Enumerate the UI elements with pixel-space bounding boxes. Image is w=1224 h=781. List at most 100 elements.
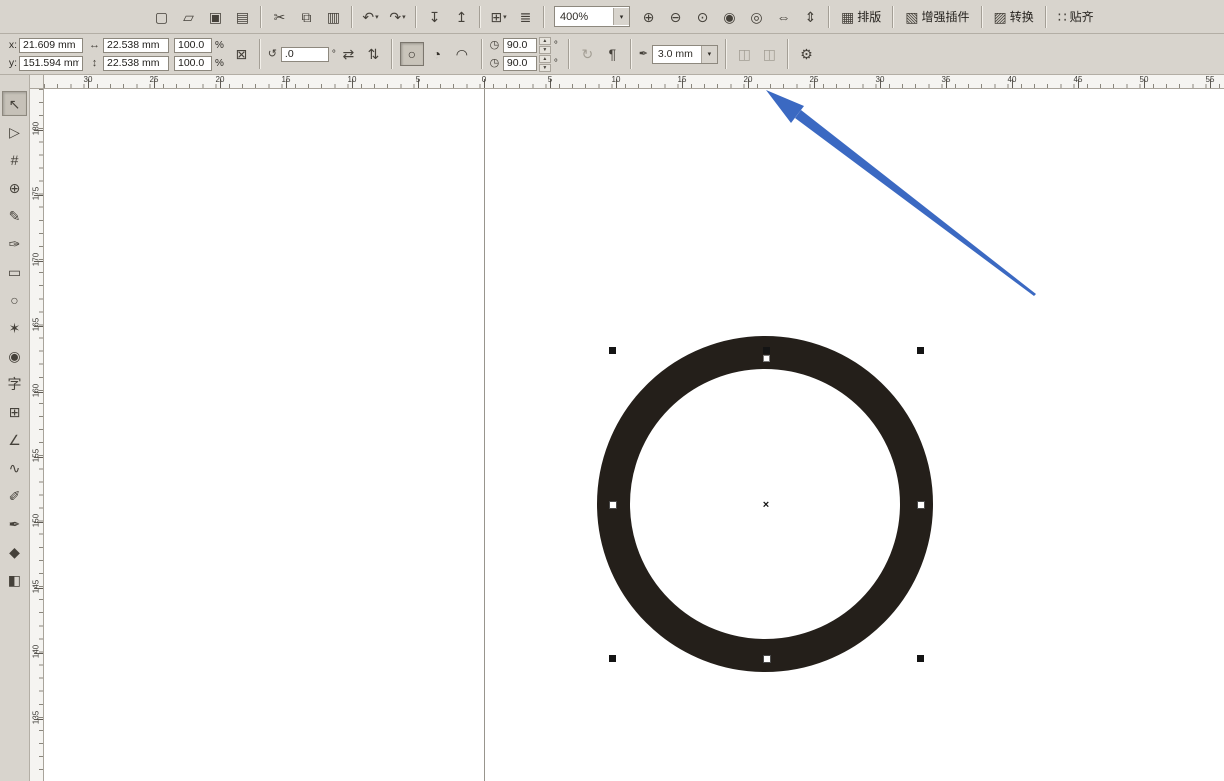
- wrap-text-button[interactable]: ¶: [601, 43, 624, 66]
- eyedropper-tool[interactable]: ✐: [2, 483, 27, 508]
- zoom-to-selection-button[interactable]: ◉: [717, 4, 742, 30]
- selection-handle[interactable]: [917, 347, 924, 354]
- arc-mode-button[interactable]: ◠: [450, 42, 474, 66]
- to-back-button[interactable]: ◫: [758, 43, 781, 66]
- import-button[interactable]: ↧: [422, 4, 447, 30]
- vertical-ruler[interactable]: 180175170165160155150145140135: [30, 89, 44, 781]
- rectangle-tool[interactable]: ▭: [2, 259, 27, 284]
- object-position-group: x: y:: [7, 38, 83, 71]
- spin-down-icon[interactable]: ▼: [539, 46, 551, 54]
- selection-handle[interactable]: [609, 655, 616, 662]
- settings-button[interactable]: ⚙: [795, 43, 818, 66]
- object-height-input[interactable]: [103, 56, 169, 71]
- dimension-tool[interactable]: ∠: [2, 427, 27, 452]
- selection-handle[interactable]: [609, 347, 616, 354]
- dropdown-arrow-icon[interactable]: ▾: [402, 13, 406, 21]
- selection-handle[interactable]: [763, 347, 770, 354]
- drawing-canvas[interactable]: ×: [44, 89, 1224, 781]
- ellipse-node[interactable]: [763, 355, 770, 362]
- x-position-input[interactable]: [19, 38, 83, 53]
- ruler-label: 180: [32, 119, 41, 139]
- freehand-tool[interactable]: ✎: [2, 203, 27, 228]
- export-button[interactable]: ↥: [449, 4, 474, 30]
- outline-pen-icon: ✒: [637, 49, 650, 60]
- copy-button[interactable]: ⧉: [294, 4, 319, 30]
- spin-up-icon[interactable]: ▲: [539, 55, 551, 63]
- pick-tool[interactable]: ↖: [2, 91, 27, 116]
- zoom-level-combo[interactable]: 400%▾: [554, 6, 630, 27]
- open-folder-icon: ▱: [183, 10, 194, 24]
- zoom-to-width-button[interactable]: ⇔: [771, 4, 796, 30]
- height-icon: ↕: [88, 58, 101, 69]
- connector-tool[interactable]: ∿: [2, 455, 27, 480]
- spiral-tool-icon: ◉: [8, 349, 20, 363]
- mirror-vertical-button[interactable]: ⇅: [362, 43, 385, 66]
- pie-mode-button[interactable]: ◔: [425, 42, 449, 66]
- arc-end-angle-input[interactable]: [503, 56, 537, 71]
- shape-tool[interactable]: ▷: [2, 119, 27, 144]
- text-tool[interactable]: 字: [2, 371, 27, 396]
- welcome-screen-button[interactable]: ≣: [513, 4, 538, 30]
- print-button[interactable]: ▤: [230, 4, 255, 30]
- arc-direction-button[interactable]: ↻: [576, 43, 599, 66]
- outline-pen-tool[interactable]: ✒: [2, 511, 27, 536]
- ellipse-tool[interactable]: ○: [2, 287, 27, 312]
- zoom-to-page-button[interactable]: ◎: [744, 4, 769, 30]
- interactive-fill-tool[interactable]: ◧: [2, 567, 27, 592]
- table-tool[interactable]: ⊞: [2, 399, 27, 424]
- spiral-tool[interactable]: ◉: [2, 343, 27, 368]
- scale-h-unit: %: [215, 40, 224, 51]
- scale-v-input[interactable]: [174, 56, 212, 71]
- redo-icon: ↷: [389, 10, 401, 24]
- dropdown-arrow-icon[interactable]: ▾: [503, 13, 507, 21]
- zoom-one-to-one-button[interactable]: ⊙: [690, 4, 715, 30]
- rotation-angle-input[interactable]: [281, 47, 329, 62]
- spin-up-icon[interactable]: ▲: [539, 37, 551, 45]
- fill-tool[interactable]: ◆: [2, 539, 27, 564]
- standard-toolbar: ▢▱▣▤✂⧉▥↶▾↷▾↧↥⊞▾≣400%▾⊕⊖⊙◉◎⇔⇕▦排版▧增强插件▨转换∷…: [0, 0, 1224, 34]
- open-button[interactable]: ▱: [176, 4, 201, 30]
- zoom-tool[interactable]: ⊕: [2, 175, 27, 200]
- save-button[interactable]: ▣: [203, 4, 228, 30]
- ellipse-mode-button[interactable]: ○: [400, 42, 424, 66]
- cut-button[interactable]: ✂: [267, 4, 292, 30]
- arc-icon: ◠: [456, 47, 468, 61]
- arc-start-angle-input[interactable]: [503, 38, 537, 53]
- horizontal-ruler[interactable]: 302520151050510152025303540455055: [44, 75, 1224, 89]
- selection-handle[interactable]: [763, 655, 771, 663]
- convert-button[interactable]: ▨转换: [988, 4, 1040, 30]
- artistic-media-tool[interactable]: ✑: [2, 231, 27, 256]
- y-position-input[interactable]: [19, 56, 83, 71]
- lock-ratio-button[interactable]: ⊠: [230, 38, 253, 70]
- object-width-input[interactable]: [103, 38, 169, 53]
- application-launcher-button[interactable]: ⊞▾: [486, 4, 511, 30]
- crop-tool-icon: #: [11, 153, 19, 167]
- undo-button[interactable]: ↶▾: [358, 4, 383, 30]
- separator: [892, 6, 894, 28]
- new-document-icon: ▢: [155, 10, 168, 24]
- outline-width-combo[interactable]: 3.0 mm ▾: [652, 45, 718, 64]
- polygon-tool[interactable]: ✶: [2, 315, 27, 340]
- crop-tool[interactable]: #: [2, 147, 27, 172]
- spin-down-icon[interactable]: ▼: [539, 64, 551, 72]
- to-front-button[interactable]: ◫: [733, 43, 756, 66]
- selection-handle[interactable]: [917, 501, 925, 509]
- dropdown-arrow-icon[interactable]: ▾: [613, 8, 629, 25]
- snap-button[interactable]: ∷贴齐: [1052, 4, 1100, 30]
- new-document-button[interactable]: ▢: [149, 4, 174, 30]
- layout-button[interactable]: ▦排版: [835, 4, 887, 30]
- app-launcher-icon: ⊞: [490, 10, 502, 24]
- redo-button[interactable]: ↷▾: [385, 4, 410, 30]
- mirror-horizontal-button[interactable]: ⇄: [337, 43, 360, 66]
- paste-button[interactable]: ▥: [321, 4, 346, 30]
- paste-icon: ▥: [327, 10, 340, 24]
- zoom-to-height-button[interactable]: ⇕: [798, 4, 823, 30]
- plugins-button[interactable]: ▧增强插件: [899, 4, 975, 30]
- zoom-out-button[interactable]: ⊖: [663, 4, 688, 30]
- scale-h-input[interactable]: [174, 38, 212, 53]
- selection-handle[interactable]: [609, 501, 617, 509]
- dropdown-arrow-icon[interactable]: ▾: [701, 46, 717, 63]
- selection-handle[interactable]: [917, 655, 924, 662]
- zoom-in-button[interactable]: ⊕: [636, 4, 661, 30]
- dropdown-arrow-icon[interactable]: ▾: [375, 13, 379, 21]
